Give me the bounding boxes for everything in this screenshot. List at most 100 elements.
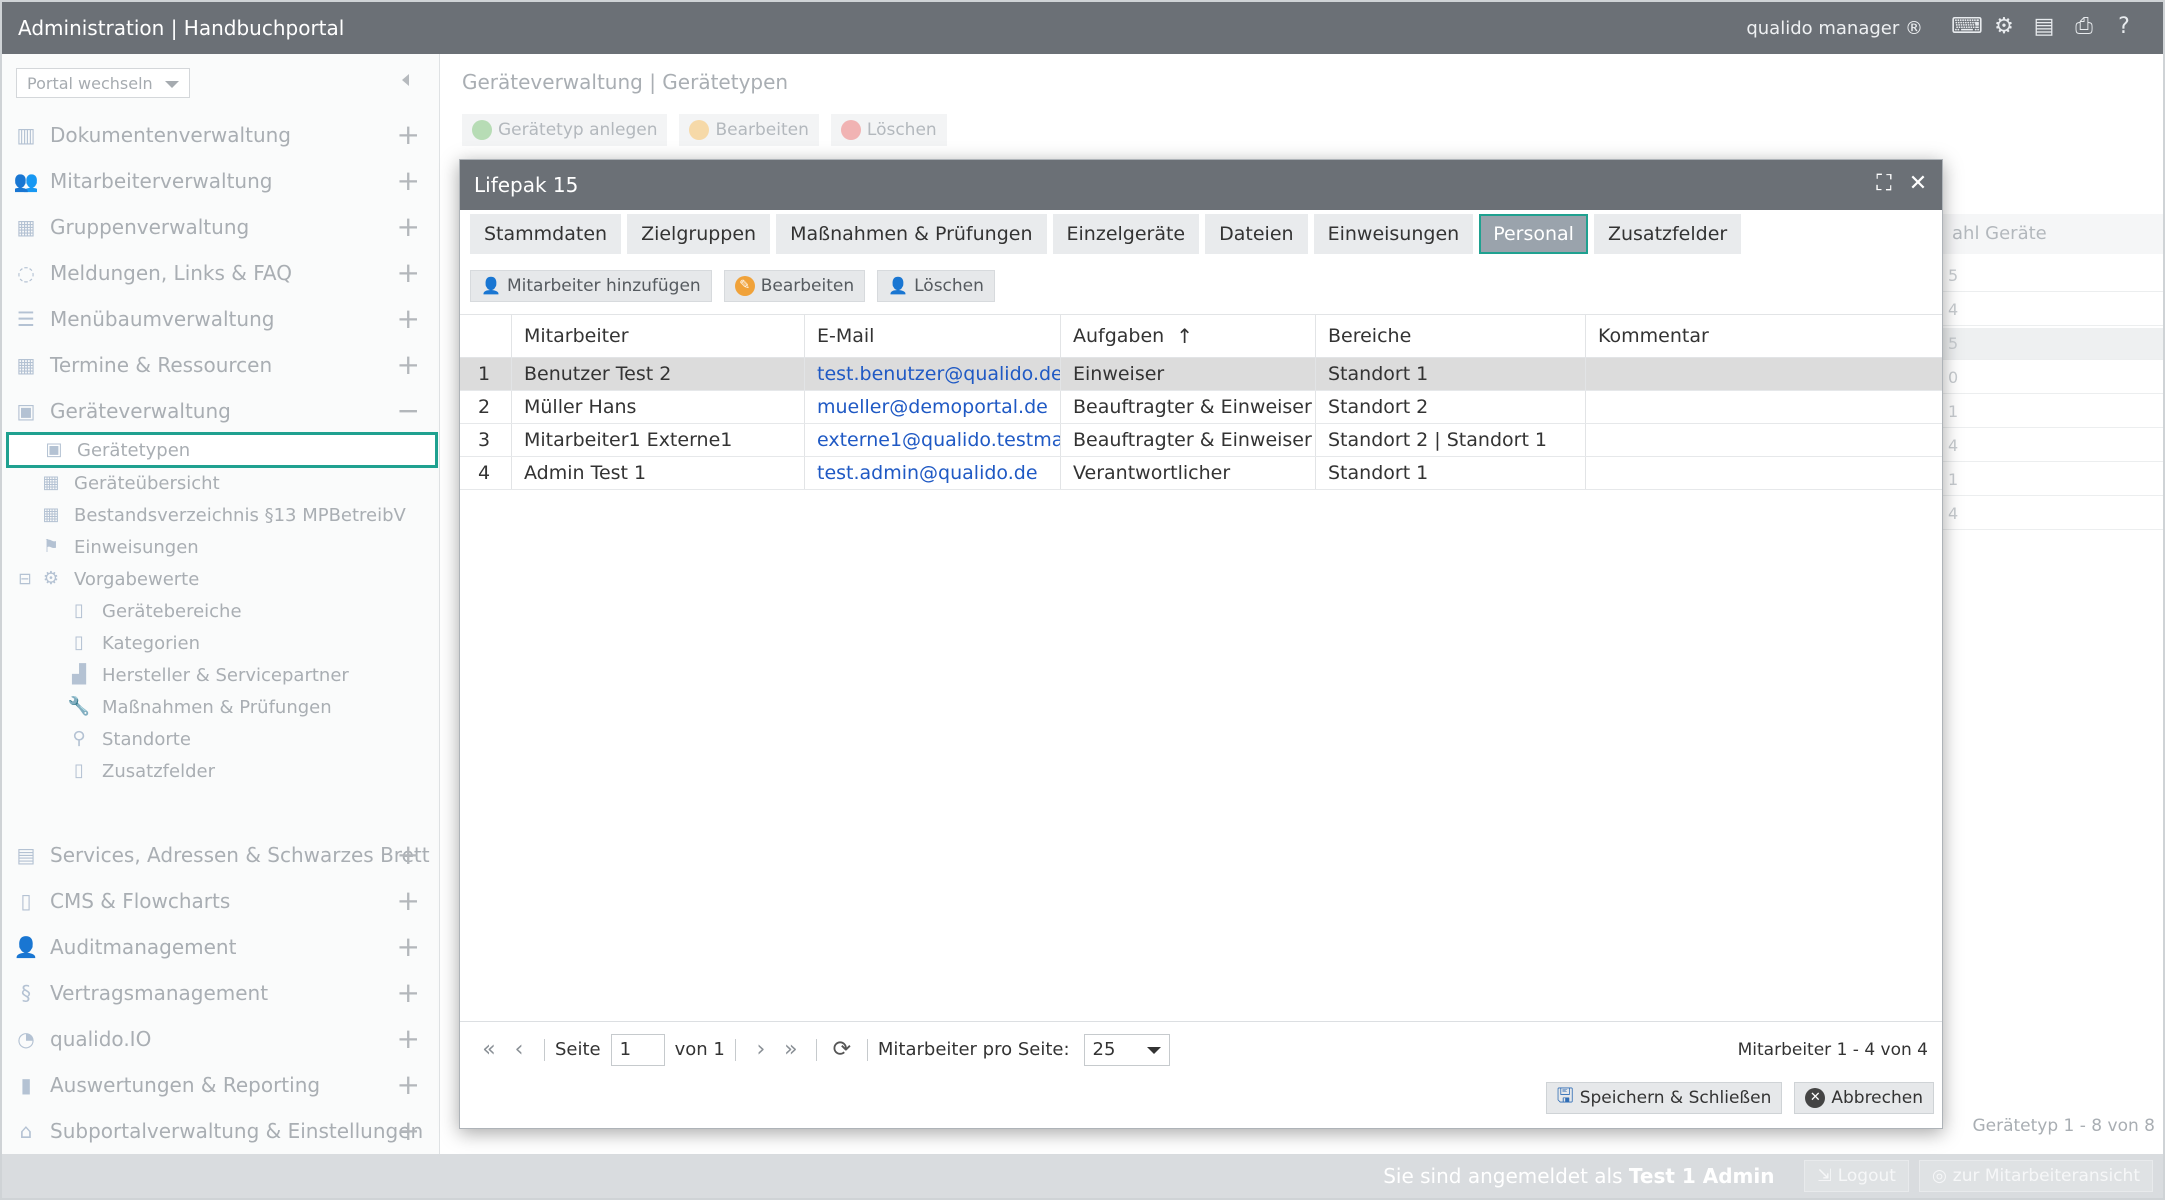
tab-massnahmen[interactable]: Maßnahmen & Prüfungen bbox=[776, 214, 1047, 254]
edit-employee-button[interactable]: ✎ Bearbeiten bbox=[723, 270, 866, 302]
portal-select-label: Portal wechseln bbox=[27, 74, 153, 93]
keyboard-icon[interactable]: ⌨ bbox=[1951, 14, 1983, 40]
sidebar-subitem-geraeteuebersicht[interactable]: ▦ Geräteübersicht bbox=[38, 468, 219, 498]
cell-email-link[interactable]: externe1@qualido.testma... bbox=[805, 424, 1061, 456]
tab-zielgruppen[interactable]: Zielgruppen bbox=[627, 214, 771, 254]
table-row[interactable]: 1 Benutzer Test 2 test.benutzer@qualido.… bbox=[460, 358, 1942, 391]
maximize-icon[interactable]: ⛶ bbox=[1870, 170, 1898, 198]
header-areas[interactable]: Bereiche bbox=[1316, 315, 1586, 357]
header-tasks[interactable]: Aufgaben ↑ bbox=[1061, 315, 1316, 357]
delete-employee-button[interactable]: 👤 Löschen bbox=[877, 270, 995, 302]
table-row[interactable]: 3 Mitarbeiter1 Externe1 externe1@qualido… bbox=[460, 424, 1942, 457]
tab-stammdaten[interactable]: Stammdaten bbox=[470, 214, 622, 254]
create-device-type-button[interactable]: Gerätetyp anlegen bbox=[462, 114, 668, 146]
sidebar-item-cms[interactable]: ▯ CMS & Flowcharts + bbox=[2, 884, 440, 918]
per-page-select[interactable]: 25 bbox=[1083, 1033, 1170, 1066]
collapse-sidebar-icon[interactable] bbox=[402, 74, 409, 86]
header-employee[interactable]: Mitarbeiter bbox=[512, 315, 805, 357]
expand-plus-icon[interactable]: + bbox=[397, 976, 420, 1010]
sidebar-item-mitarbeiterverwaltung[interactable]: 👥 Mitarbeiterverwaltung + bbox=[2, 164, 440, 198]
sidebar-item-termine[interactable]: ▦ Termine & Ressourcen + bbox=[2, 348, 440, 382]
print-preview-icon[interactable]: ▤ bbox=[2031, 14, 2057, 40]
sidebar-subitem-bestandsverzeichnis[interactable]: ▦ Bestandsverzeichnis §13 MPBetreibV bbox=[38, 500, 405, 530]
tab-dateien[interactable]: Dateien bbox=[1205, 214, 1308, 254]
tab-einweisungen[interactable]: Einweisungen bbox=[1313, 214, 1474, 254]
last-page-icon[interactable]: » bbox=[776, 1037, 806, 1062]
settings-network-icon[interactable]: ⚙ bbox=[1991, 14, 2017, 40]
expand-plus-icon[interactable]: + bbox=[397, 302, 420, 336]
sidebar-subsubitem-label: Kategorien bbox=[102, 632, 200, 654]
sidebar-subsubitem-label: Gerätebereiche bbox=[102, 600, 242, 622]
staff-view-button[interactable]: ◎ zur Mitarbeiteransicht bbox=[1918, 1160, 2153, 1192]
collapse-minus-icon[interactable]: − bbox=[397, 394, 420, 428]
expand-plus-icon[interactable]: + bbox=[397, 838, 420, 872]
sidebar-item-auswertungen[interactable]: ▮ Auswertungen & Reporting + bbox=[2, 1068, 440, 1102]
table-row[interactable]: 2 Müller Hans mueller@demoportal.de Beau… bbox=[460, 391, 1942, 424]
expand-plus-icon[interactable]: + bbox=[397, 256, 420, 290]
sidebar-item-audit[interactable]: 👤 Auditmanagement + bbox=[2, 930, 440, 964]
header-email[interactable]: E-Mail bbox=[805, 315, 1061, 357]
cell-email-link[interactable]: test.admin@qualido.de bbox=[805, 457, 1061, 489]
list-icon: ☰ bbox=[17, 307, 35, 331]
tab-einzelgeraete[interactable]: Einzelgeräte bbox=[1052, 214, 1200, 254]
sidebar-item-meldungen[interactable]: ◌ Meldungen, Links & FAQ + bbox=[2, 256, 440, 290]
page-number-input[interactable]: 1 bbox=[610, 1033, 665, 1066]
sidebar-subsubitem-massnahmen[interactable]: 🔧 Maßnahmen & Prüfungen bbox=[66, 692, 332, 722]
cell-email-link[interactable]: test.benutzer@qualido.de bbox=[805, 358, 1061, 390]
save-close-button[interactable]: 🖫 Speichern & Schließen bbox=[1545, 1082, 1783, 1114]
edit-icon: ✎ bbox=[734, 276, 755, 296]
sidebar-item-menuebaum[interactable]: ☰ Menübaumverwaltung + bbox=[2, 302, 440, 336]
expand-plus-icon[interactable]: + bbox=[397, 210, 420, 244]
sidebar-item-label: Mitarbeiterverwaltung bbox=[50, 169, 273, 193]
add-employee-button[interactable]: 👤 Mitarbeiter hinzufügen bbox=[470, 270, 712, 302]
sidebar-subsubitem-standorte[interactable]: ⚲ Standorte bbox=[66, 724, 191, 754]
tab-personal[interactable]: Personal bbox=[1479, 214, 1588, 254]
edit-device-type-button[interactable]: Bearbeiten bbox=[679, 114, 819, 146]
expand-plus-icon[interactable]: + bbox=[397, 164, 420, 198]
expand-plus-icon[interactable]: + bbox=[397, 348, 420, 382]
logout-button[interactable]: ⇲ Logout bbox=[1804, 1160, 1909, 1192]
sidebar-item-label: Vertragsmanagement bbox=[50, 981, 269, 1005]
first-page-icon[interactable]: « bbox=[474, 1037, 504, 1062]
pin-icon: ⚲ bbox=[72, 728, 86, 749]
sidebar-subitem-geraetetypen[interactable]: ▣ Gerätetypen bbox=[6, 432, 438, 468]
sidebar-subsubitem-zusatzfelder[interactable]: ▯ Zusatzfelder bbox=[66, 756, 215, 786]
next-page-icon[interactable]: › bbox=[746, 1037, 776, 1062]
sidebar-item-qualido-io[interactable]: ◔ qualido.IO + bbox=[2, 1022, 440, 1056]
help-icon[interactable]: ? bbox=[2111, 14, 2137, 40]
sidebar-item-geraeteverwaltung[interactable]: ▣ Geräteverwaltung − bbox=[2, 394, 440, 428]
sidebar-subsubitem-kategorien[interactable]: ▯ Kategorien bbox=[66, 628, 200, 658]
sidebar-subsubitem-hersteller[interactable]: ▟ Hersteller & Servicepartner bbox=[66, 660, 349, 690]
expand-plus-icon[interactable]: + bbox=[397, 1114, 420, 1148]
sidebar-item-services[interactable]: ▤ Services, Adressen & Schwarzes Brett + bbox=[2, 838, 440, 872]
expand-plus-icon[interactable]: + bbox=[397, 1022, 420, 1056]
delete-device-type-button[interactable]: Löschen bbox=[830, 114, 947, 146]
sidebar-item-dokumentenverwaltung[interactable]: ▥ Dokumentenverwaltung + bbox=[2, 118, 440, 152]
sidebar-item-gruppenverwaltung[interactable]: ▦ Gruppenverwaltung + bbox=[2, 210, 440, 244]
sidebar-subitem-vorgabewerte[interactable]: ⊟ ⚙ Vorgabewerte bbox=[16, 564, 199, 594]
expand-plus-icon[interactable]: + bbox=[397, 118, 420, 152]
login-user: Test 1 Admin bbox=[1628, 1164, 1775, 1188]
sidebar-subitem-einweisungen[interactable]: ⚑ Einweisungen bbox=[38, 532, 199, 562]
button-label: Gerätetyp anlegen bbox=[498, 120, 658, 140]
sidebar-subsubitem-geraetebereiche[interactable]: ▯ Gerätebereiche bbox=[66, 596, 242, 626]
row-index: 2 bbox=[460, 391, 512, 423]
expand-plus-icon[interactable]: + bbox=[397, 1068, 420, 1102]
expand-plus-icon[interactable]: + bbox=[397, 930, 420, 964]
tab-zusatzfelder[interactable]: Zusatzfelder bbox=[1593, 214, 1742, 254]
previous-page-icon[interactable]: ‹ bbox=[504, 1037, 534, 1062]
collapse-tree-icon[interactable]: ⊟ bbox=[16, 567, 34, 591]
sidebar-item-label: Geräteverwaltung bbox=[50, 399, 231, 423]
sidebar-item-vertrag[interactable]: § Vertragsmanagement + bbox=[2, 976, 440, 1010]
sidebar-item-subportal[interactable]: ⌂ Subportalverwaltung & Einstellungen + bbox=[2, 1114, 440, 1148]
table-row[interactable]: 4 Admin Test 1 test.admin@qualido.de Ver… bbox=[460, 457, 1942, 490]
expand-plus-icon[interactable]: + bbox=[397, 884, 420, 918]
portal-select[interactable]: Portal wechseln bbox=[16, 68, 190, 98]
print-icon[interactable]: ⎙ bbox=[2071, 14, 2097, 40]
close-icon[interactable]: ✕ bbox=[1904, 170, 1932, 198]
refresh-icon[interactable]: ⟳ bbox=[827, 1037, 857, 1062]
cancel-button[interactable]: ✕ Abbrechen bbox=[1794, 1082, 1934, 1114]
cell-email-link[interactable]: mueller@demoportal.de bbox=[805, 391, 1061, 423]
grid-icon: ▦ bbox=[42, 472, 60, 493]
header-comment[interactable]: Kommentar bbox=[1586, 315, 1942, 357]
